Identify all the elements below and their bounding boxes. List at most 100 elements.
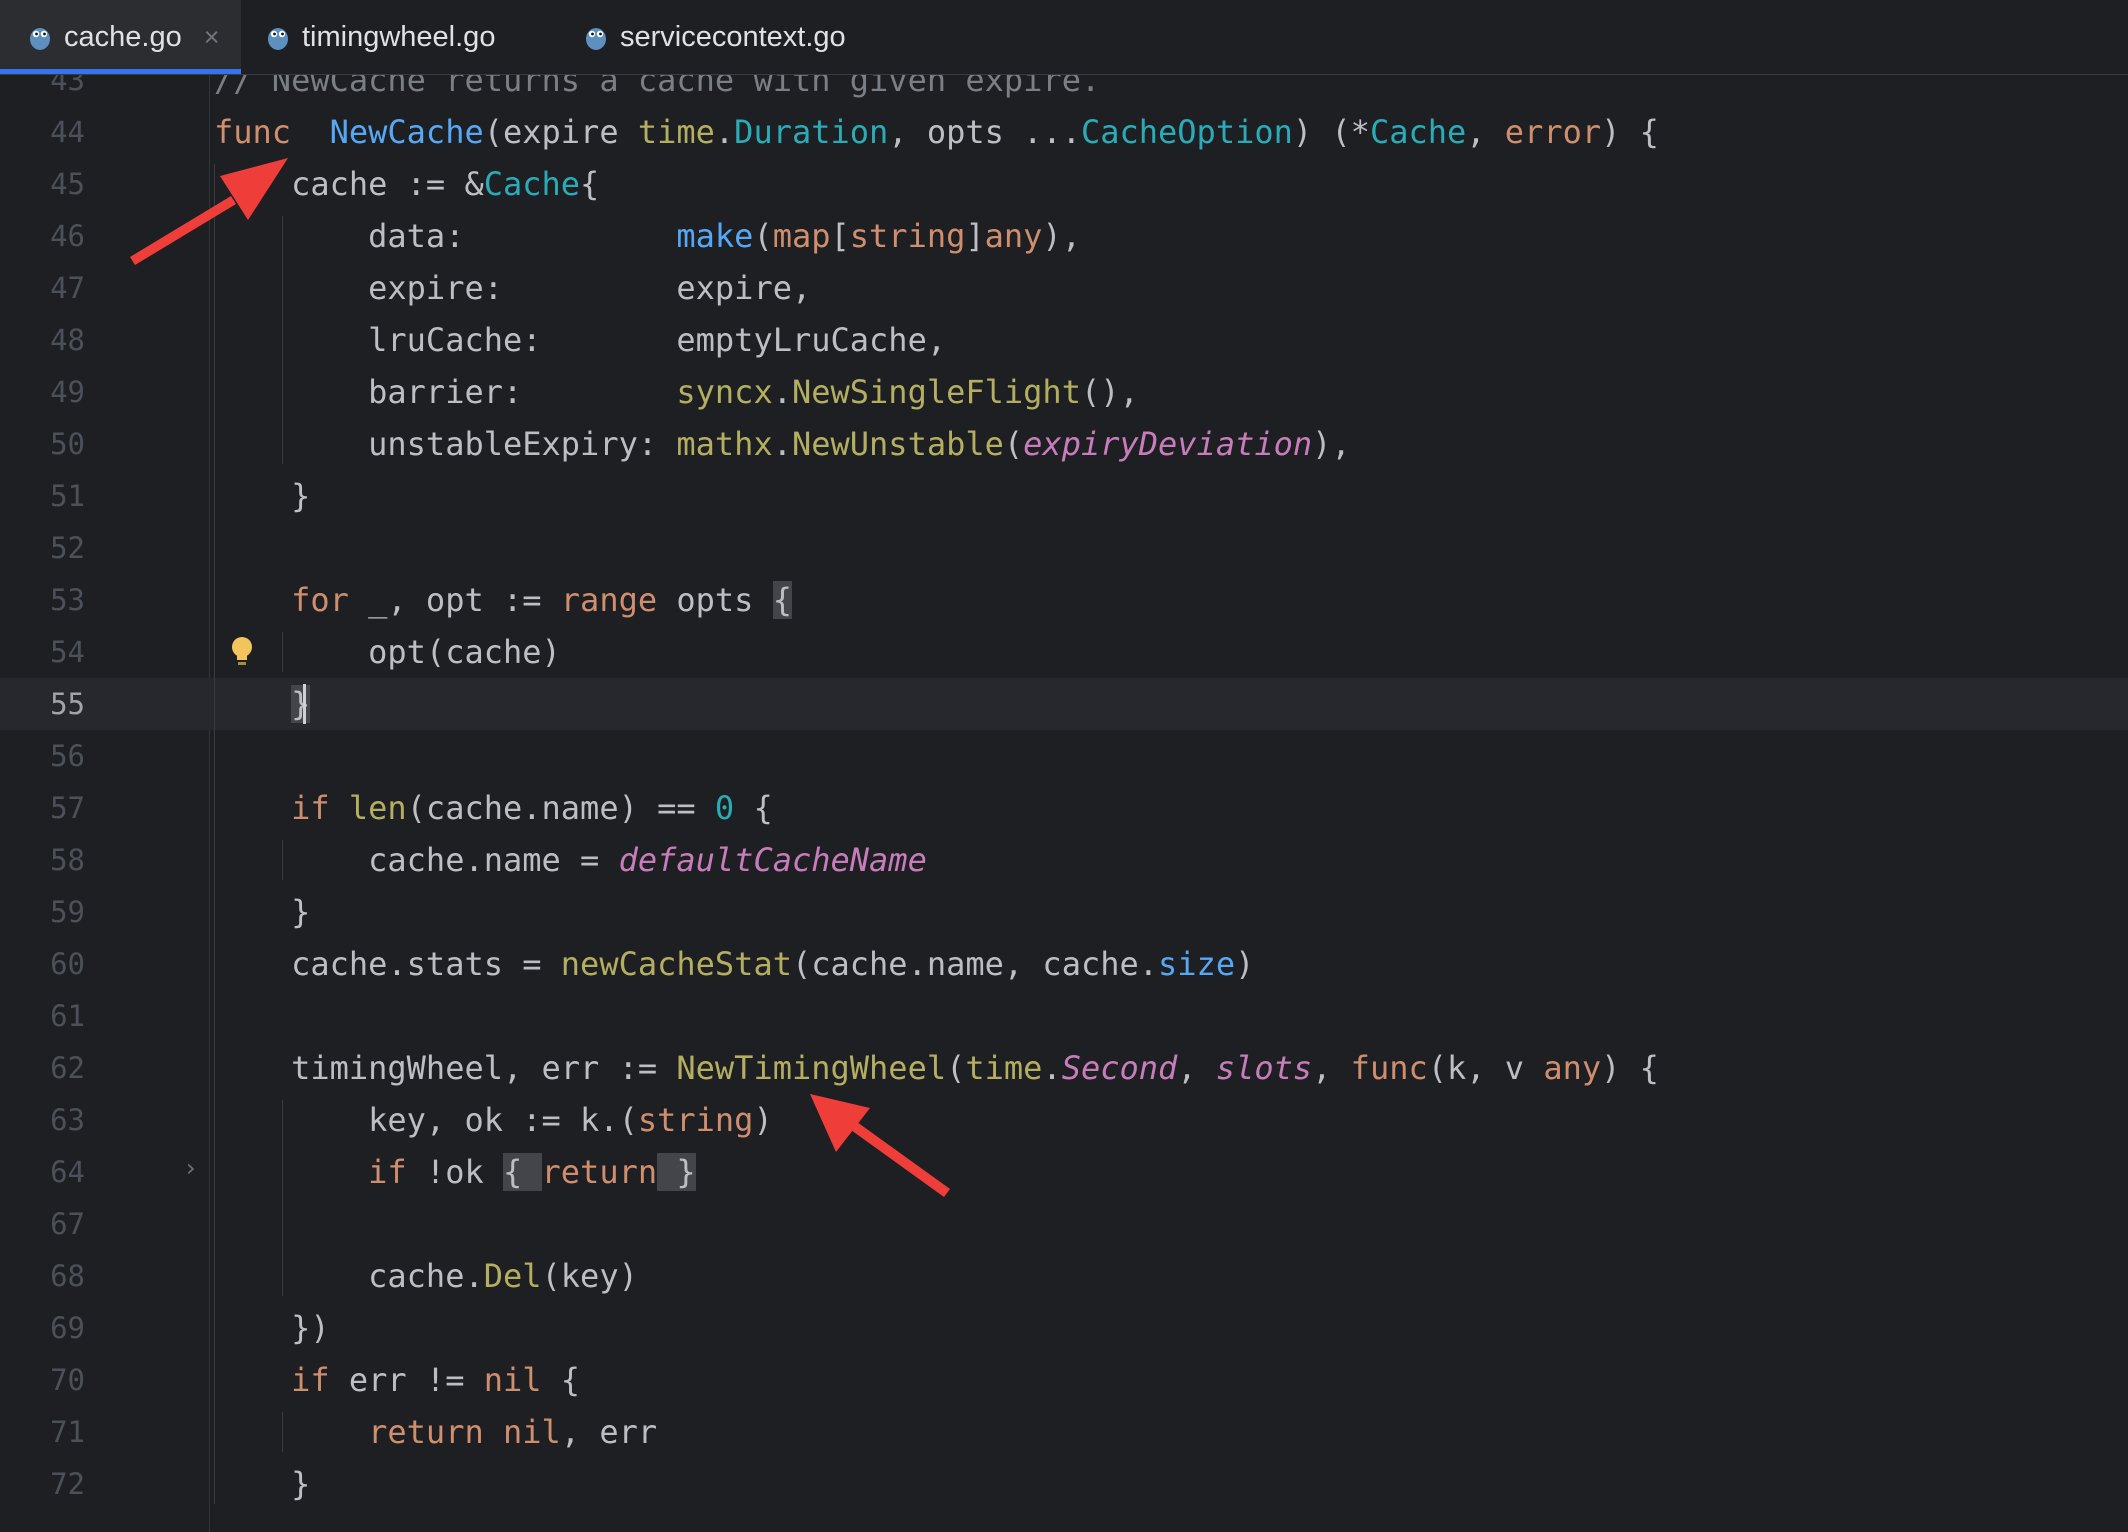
code-token: ,: [1466, 113, 1505, 151]
line-number[interactable]: 72: [0, 1458, 85, 1510]
line-number[interactable]: 70: [0, 1354, 85, 1406]
code-line[interactable]: 62 timingWheel, err := NewTimingWheel(ti…: [0, 1042, 2128, 1094]
code-token: cache.: [214, 1257, 484, 1295]
code-line[interactable]: 43 // NewCache returns a cache with given…: [0, 75, 2128, 106]
code-line[interactable]: 72 }: [0, 1458, 2128, 1510]
line-number[interactable]: 47: [0, 262, 85, 314]
line-number[interactable]: 60: [0, 938, 85, 990]
code-line[interactable]: 50 unstableExpiry: mathx.NewUnstable(exp…: [0, 418, 2128, 470]
code-token: len: [348, 789, 407, 827]
code-line[interactable]: 63 key, ok := k.(string): [0, 1094, 2128, 1146]
code-token: (),: [1080, 373, 1139, 411]
code-line[interactable]: 44 func NewCache(expire time.Duration, op…: [0, 106, 2128, 158]
line-number[interactable]: 50: [0, 418, 85, 470]
code-token: (: [946, 1049, 966, 1087]
line-number[interactable]: 64: [0, 1146, 85, 1198]
line-number[interactable]: 69: [0, 1302, 85, 1354]
code-token: ): [1235, 945, 1255, 983]
code-token: (: [1003, 425, 1024, 463]
code-token: ) {: [1601, 113, 1659, 151]
line-number[interactable]: 44: [0, 106, 85, 158]
code-editor[interactable]: 43 // NewCache returns a cache with given…: [0, 75, 2128, 1532]
code-line[interactable]: 70 if err != nil {: [0, 1354, 2128, 1406]
line-number[interactable]: 53: [0, 574, 85, 626]
line-number[interactable]: 56: [0, 730, 85, 782]
tab-label: cache.go: [64, 20, 182, 53]
code-line[interactable]: 55 }: [0, 678, 2128, 730]
code-token: nil: [483, 1361, 542, 1399]
code-token: slots: [1215, 1049, 1313, 1087]
code-text: // NewCache returns a cache with given e…: [214, 75, 1100, 106]
code-line[interactable]: 71 return nil, err: [0, 1406, 2128, 1458]
line-number[interactable]: 46: [0, 210, 85, 262]
line-number[interactable]: 63: [0, 1094, 85, 1146]
code-line[interactable]: 67: [0, 1198, 2128, 1250]
line-number[interactable]: 45: [0, 158, 85, 210]
code-token: CacheOption: [1080, 113, 1293, 151]
code-token: ),: [1042, 217, 1081, 255]
code-token: 0: [714, 789, 735, 827]
code-token: newCacheStat: [560, 945, 792, 983]
fold-chevron-icon[interactable]: ›: [186, 1154, 196, 1182]
line-number[interactable]: 68: [0, 1250, 85, 1302]
code-token: (: [753, 217, 773, 255]
line-number[interactable]: 48: [0, 314, 85, 366]
code-line[interactable]: 54 opt(cache): [0, 626, 2128, 678]
line-number[interactable]: 57: [0, 782, 85, 834]
line-number[interactable]: 51: [0, 470, 85, 522]
code-token: if: [214, 1361, 330, 1399]
code-token: ,: [1312, 1049, 1351, 1087]
code-token: (cache.name) ==: [406, 789, 715, 827]
tab-timingwheel-go[interactable]: timingwheel.go: [266, 0, 495, 74]
tab-cache-go[interactable]: cache.go ×: [0, 0, 241, 74]
code-line[interactable]: 68 cache.Del(key): [0, 1250, 2128, 1302]
code-line[interactable]: 51 }: [0, 470, 2128, 522]
line-number[interactable]: 71: [0, 1406, 85, 1458]
line-number[interactable]: 54: [0, 626, 85, 678]
code-text: for _, opt := range opts {: [214, 574, 792, 626]
tab-servicecontext-go[interactable]: servicecontext.go: [584, 0, 846, 74]
code-token: func: [214, 113, 292, 151]
line-number[interactable]: 55: [0, 678, 85, 730]
indent-guide: [214, 164, 215, 1504]
line-number[interactable]: 43: [0, 75, 85, 106]
code-line[interactable]: 49 barrier: syncx.NewSingleFlight(),: [0, 366, 2128, 418]
code-text: }): [214, 1302, 330, 1354]
lightbulb-icon[interactable]: [229, 635, 255, 669]
code-line[interactable]: 56: [0, 730, 2128, 782]
code-line[interactable]: 57 if len(cache.name) == 0 {: [0, 782, 2128, 834]
code-line[interactable]: 53 for _, opt := range opts {: [0, 574, 2128, 626]
code-token: syncx: [676, 373, 773, 411]
code-token: opts: [657, 581, 773, 619]
code-token: [: [830, 217, 850, 255]
code-line[interactable]: 69 }): [0, 1302, 2128, 1354]
line-number[interactable]: 49: [0, 366, 85, 418]
code-token: NewCache: [329, 113, 484, 151]
code-line[interactable]: 48 lruCache: emptyLruCache,: [0, 314, 2128, 366]
close-icon[interactable]: ×: [204, 22, 220, 53]
code-line[interactable]: 47 expire: expire,: [0, 262, 2128, 314]
code-text: key, ok := k.(string): [214, 1094, 773, 1146]
code-token: ) (*: [1292, 113, 1370, 151]
line-number[interactable]: 62: [0, 1042, 85, 1094]
code-token: defaultCacheName: [618, 841, 927, 879]
code-line[interactable]: 46 data: make(map[string]any),: [0, 210, 2128, 262]
code-token: cache := &: [214, 165, 484, 203]
code-line[interactable]: 64 if !ok { return }: [0, 1146, 2128, 1198]
code-line[interactable]: 58 cache.name = defaultCacheName: [0, 834, 2128, 886]
code-line[interactable]: 60 cache.stats = newCacheStat(cache.name…: [0, 938, 2128, 990]
line-number[interactable]: 59: [0, 886, 85, 938]
code-line[interactable]: 52: [0, 522, 2128, 574]
code-line[interactable]: 61: [0, 990, 2128, 1042]
code-line[interactable]: 45 cache := &Cache{: [0, 158, 2128, 210]
code-token: cache.stats =: [214, 945, 561, 983]
code-token: }: [214, 893, 311, 931]
code-token: if: [214, 789, 330, 827]
line-number[interactable]: 61: [0, 990, 85, 1042]
line-number[interactable]: 67: [0, 1198, 85, 1250]
line-number[interactable]: 52: [0, 522, 85, 574]
line-number[interactable]: 58: [0, 834, 85, 886]
code-line[interactable]: 59 }: [0, 886, 2128, 938]
